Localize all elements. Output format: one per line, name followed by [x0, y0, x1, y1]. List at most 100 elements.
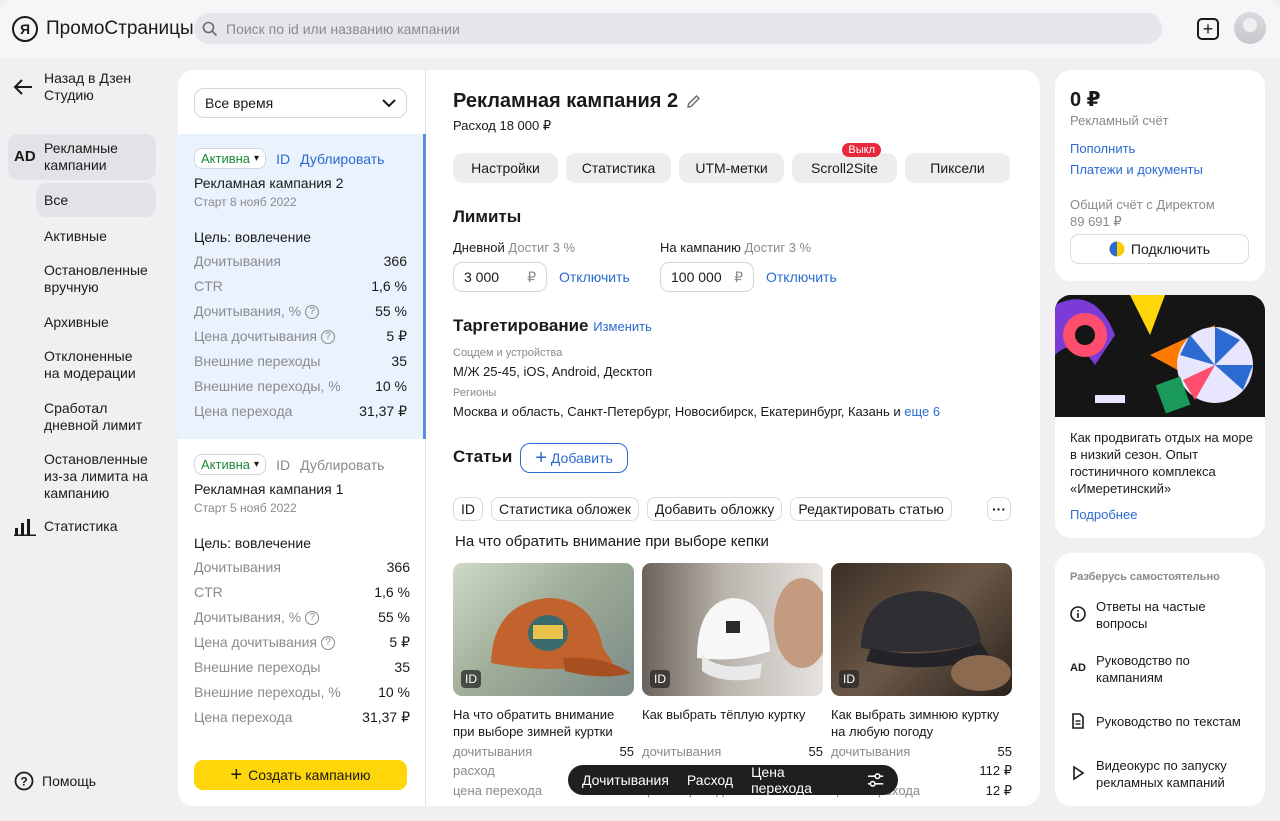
edit-article-chip[interactable]: Редактировать статью: [790, 497, 952, 521]
metric-label: Цена дочитывания?: [194, 634, 335, 651]
help-item-label: Видеокурс по запуску рекламных кампаний: [1096, 758, 1227, 790]
daily-disable-link[interactable]: Отключить: [559, 269, 630, 285]
metric-value: 55: [997, 744, 1012, 759]
sidebar-item-all[interactable]: Все: [36, 183, 156, 217]
metric-value: 31,37 ₽: [362, 709, 410, 725]
sliders-icon[interactable]: [867, 772, 884, 788]
help-item-faq[interactable]: Ответы на частые вопросы: [1070, 598, 1226, 632]
question-icon[interactable]: ?: [321, 635, 335, 650]
create-label: Создать кампанию: [248, 767, 371, 783]
avatar[interactable]: [1234, 12, 1266, 44]
promo-card[interactable]: Как продвигать отдых на море в низкий се…: [1055, 295, 1265, 538]
metric-row: Цена перехода 31,37 ₽: [194, 709, 410, 726]
add-icon[interactable]: +: [1197, 18, 1219, 40]
metric-label: CTR: [194, 584, 223, 600]
status-select[interactable]: Активна ▾: [194, 148, 267, 169]
metric-value: 366: [386, 559, 410, 575]
help-item-label: Руководство по кампаниям: [1096, 653, 1190, 685]
self-help-card: Разберусь самостоятельно Ответы на часты…: [1055, 553, 1265, 806]
regions-more-link[interactable]: еще 6: [904, 404, 940, 419]
articles-heading: Статьи: [453, 447, 513, 466]
duplicate-link[interactable]: Дублировать: [300, 457, 384, 473]
sidebar: Назад в Дзен Студию AD Рекламные кампани…: [0, 58, 170, 821]
metric-value: 366: [383, 253, 407, 269]
campaign-card[interactable]: Активна ▾ ID Дублировать Рекламная кампан…: [178, 134, 426, 439]
sidebar-item-archived[interactable]: Архивные: [36, 314, 156, 331]
tab-pixels[interactable]: Пиксели: [905, 153, 1010, 183]
pencil-icon[interactable]: [686, 94, 701, 109]
chevron-down-icon: ▾: [254, 153, 260, 164]
status-label: Активна: [201, 151, 251, 166]
search-bar[interactable]: [194, 13, 1162, 44]
cover-card[interactable]: ID На что обратить внимание при выборе з…: [453, 563, 634, 799]
search-input[interactable]: [226, 20, 1162, 37]
header: Я ПромоСтраницы +: [0, 0, 1280, 58]
campaign-limit-input[interactable]: 100 000 ₽: [660, 262, 754, 292]
daily-limit-input[interactable]: 3 000 ₽: [453, 262, 547, 292]
tab-statistics[interactable]: Статистика: [566, 153, 671, 183]
tab-settings[interactable]: Настройки: [453, 153, 558, 183]
status-select[interactable]: Активна ▾: [194, 454, 267, 475]
cover-card[interactable]: ID Как выбрать зимнюю куртку на любую по…: [831, 563, 1012, 799]
sidebar-item-daily-limit[interactable]: Сработал дневной лимит: [36, 400, 150, 434]
back-link[interactable]: Назад в Дзен Студию: [12, 70, 140, 104]
help-item-texts[interactable]: Руководство по текстам: [1070, 713, 1241, 730]
sidebar-item-statistics[interactable]: Статистика: [14, 518, 118, 536]
sidebar-item-active[interactable]: Активные: [36, 228, 156, 245]
metric-label: цена перехода: [453, 783, 543, 798]
limits-heading: Лимиты: [453, 207, 522, 226]
metric-value: 31,37 ₽: [359, 403, 407, 419]
add-cover-chip[interactable]: Добавить обложку: [646, 497, 783, 521]
period-select[interactable]: Все время: [194, 88, 407, 118]
campaign-goal: Цель: вовлечение: [194, 229, 312, 245]
campaign-card[interactable]: Активна ▾ ID Дублировать Рекламная кампан…: [178, 440, 426, 745]
tab-label: UTM-метки: [695, 160, 768, 176]
add-article-button[interactable]: + Добавить: [520, 443, 628, 473]
metric-row: Дочитывания, %? 55 %: [194, 609, 410, 626]
metric-row: Внешние переходы 35: [194, 353, 407, 370]
more-icon[interactable]: ···: [987, 497, 1011, 521]
common-account-value: 89 691 ₽: [1070, 214, 1122, 229]
direct-logo-icon: [1109, 241, 1125, 257]
create-campaign-button[interactable]: + Создать кампанию: [194, 760, 407, 790]
duplicate-link[interactable]: Дублировать: [300, 151, 384, 167]
daily-value: 3 000: [464, 269, 500, 285]
metric-value: 12 ₽: [985, 783, 1012, 798]
cover-stats-chip[interactable]: Статистика обложек: [491, 497, 639, 521]
question-icon[interactable]: ?: [305, 610, 320, 625]
metric-row: Дочитывания 366: [194, 253, 407, 270]
change-targeting-link[interactable]: Изменить: [593, 319, 652, 334]
metric-value: 1,6 %: [371, 278, 407, 294]
tab-scroll2site[interactable]: Scroll2Site Выкл: [792, 143, 897, 183]
back-label: Назад в Дзен Студию: [44, 70, 132, 103]
campaign-disable-link[interactable]: Отключить: [766, 269, 837, 285]
metric-option[interactable]: Дочитывания: [582, 772, 669, 788]
sidebar-item-rejected[interactable]: Отклоненные на модерации: [36, 348, 144, 382]
topup-link[interactable]: Пополнить: [1070, 140, 1135, 157]
metric-label: Внешние переходы: [194, 353, 321, 369]
metric-value: 112 ₽: [979, 763, 1012, 778]
metric-option[interactable]: Расход: [687, 772, 733, 788]
help-item-campaigns[interactable]: AD Руководство по кампаниям: [1070, 652, 1216, 686]
cover-image: ID: [642, 563, 823, 696]
balance-card: 0 ₽ Рекламный счёт Пополнить Платежи и д…: [1055, 70, 1265, 281]
self-help-heading: Разберусь самостоятельно: [1070, 571, 1220, 583]
question-icon[interactable]: ?: [321, 329, 335, 344]
sidebar-item-label: Статистика: [44, 518, 118, 534]
logo[interactable]: Я ПромоСтраницы: [12, 16, 194, 42]
metric-option[interactable]: Цена перехода: [751, 764, 845, 796]
help-item-video[interactable]: Видеокурс по запуску рекламных кампаний: [1070, 757, 1236, 791]
sidebar-item-ad-campaigns[interactable]: AD Рекламные кампании: [8, 134, 156, 180]
connect-button[interactable]: Подключить: [1070, 234, 1249, 264]
id-chip[interactable]: ID: [453, 497, 483, 521]
add-label: Добавить: [550, 450, 613, 466]
help-link[interactable]: ? Помощь: [14, 771, 96, 791]
payments-link[interactable]: Платежи и документы: [1070, 161, 1203, 178]
tab-utm[interactable]: UTM-метки: [679, 153, 784, 183]
sidebar-item-campaign-limit[interactable]: Остановленные из-за лимита на кампанию: [36, 451, 152, 502]
question-icon[interactable]: ?: [305, 304, 320, 319]
id-link[interactable]: ID: [276, 151, 290, 167]
sidebar-item-stopped-manual[interactable]: Остановленные вручную: [36, 262, 152, 296]
id-link[interactable]: ID: [276, 457, 290, 473]
promo-more-link[interactable]: Подробнее: [1070, 506, 1137, 523]
